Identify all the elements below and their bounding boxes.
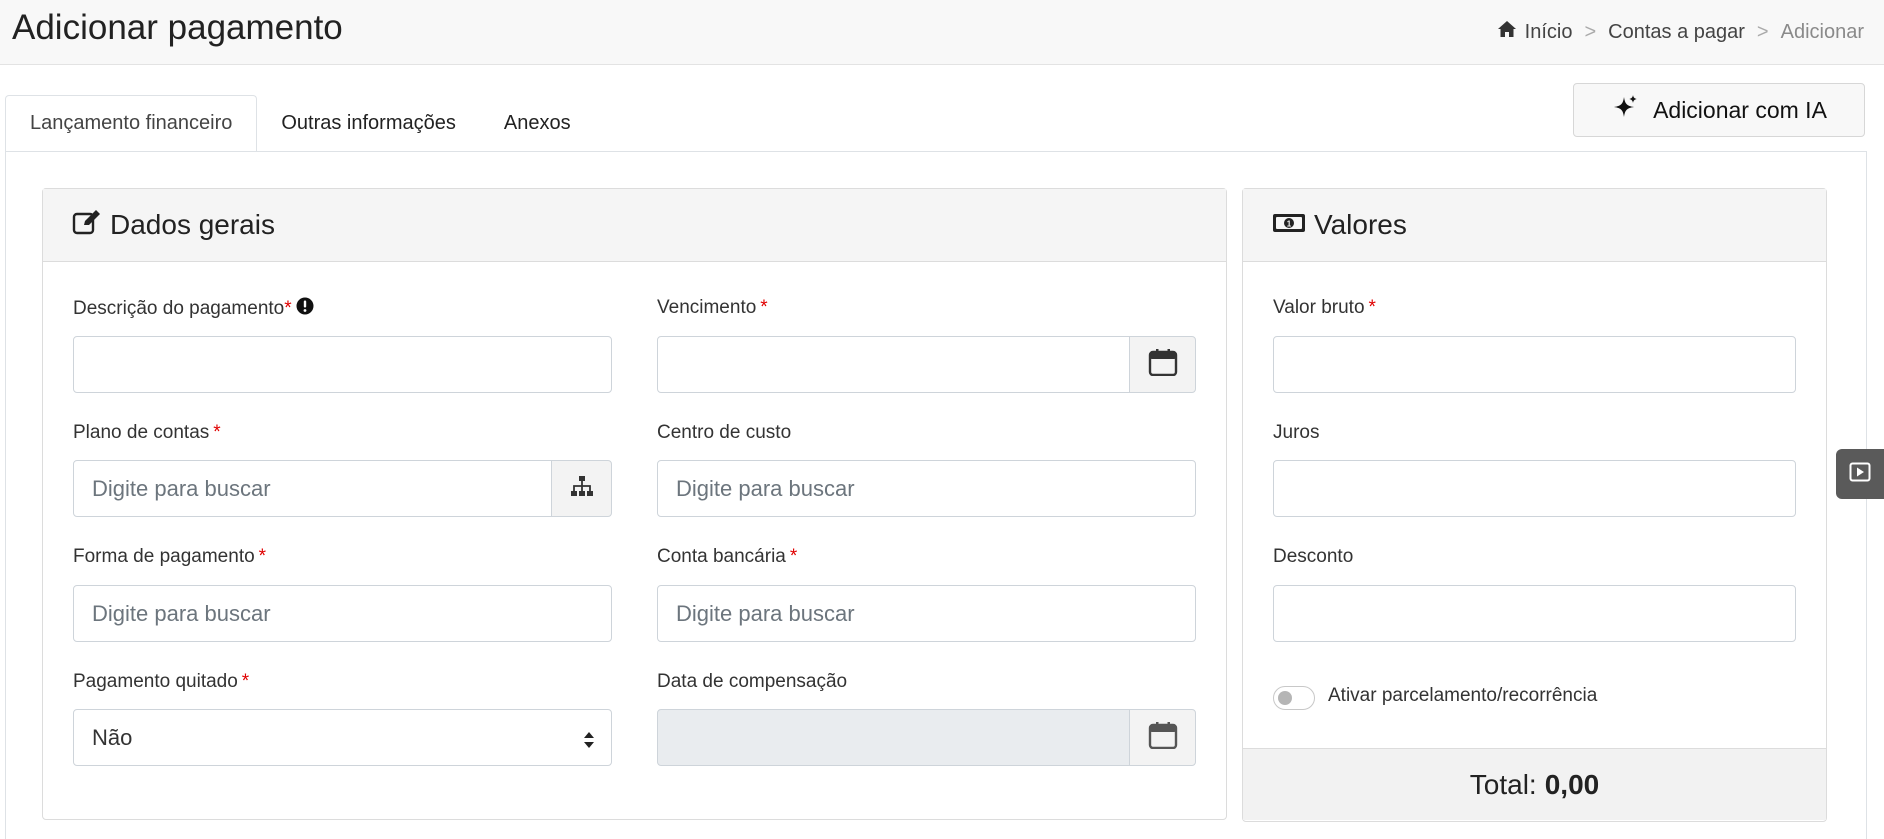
sort-icon [583,729,595,755]
total-value: 0,00 [1544,768,1600,800]
desconto-input[interactable] [1273,585,1796,642]
forma-pagamento-label: Forma de pagamento * [73,546,267,567]
valor-bruto-input[interactable] [1273,336,1796,393]
sparkle-icon [1611,93,1639,127]
total-bar: Total: 0,00 [1243,748,1826,820]
descricao-input[interactable] [73,336,612,393]
tab-bar: Lançamento financeiro Outras informações… [5,95,595,152]
vencimento-input[interactable] [657,336,1130,393]
money-bill-icon: 1 [1272,209,1306,241]
juros-label: Juros [1273,422,1320,443]
parcelamento-label: Ativar parcelamento/recorrência [1328,685,1598,706]
pagamento-quitado-value: Não [92,724,133,750]
tab-lancamento-financeiro[interactable]: Lançamento financeiro [5,95,258,152]
plano-contas-input[interactable]: Digite para buscar [73,460,552,517]
breadcrumb-parent-link[interactable]: Contas a pagar [1608,21,1745,44]
svg-text:1: 1 [1287,220,1292,229]
hierarchy-button[interactable] [551,460,612,517]
exclamation-circle-icon [296,297,314,321]
edit-icon [72,209,102,242]
tab-outras-informacoes[interactable]: Outras informações [257,95,480,152]
calendar-icon [1148,721,1178,754]
centro-custo-input[interactable]: Digite para buscar [657,460,1196,517]
plano-contas-label: Plano de contas * [73,422,221,443]
forma-pagamento-input[interactable]: Digite para buscar [73,585,612,642]
conta-bancaria-input[interactable]: Digite para buscar [657,585,1196,642]
dados-gerais-title: Dados gerais [110,209,275,240]
dados-gerais-header: Dados gerais [43,189,1226,262]
valores-title: Valores [1314,209,1407,240]
data-compensacao-calendar-button[interactable] [1129,709,1196,766]
total-label: Total: [1469,768,1537,800]
conta-bancaria-label: Conta bancária * [657,546,798,567]
add-with-ai-button[interactable]: Adicionar com IA [1573,83,1865,137]
page-title: Adicionar pagamento [12,8,343,47]
top-bar: Adicionar pagamento Início > Contas a pa… [0,0,1884,65]
add-with-ai-label: Adicionar com IA [1653,96,1827,123]
pagamento-quitado-select[interactable]: Não [73,709,612,766]
tab-anexos[interactable]: Anexos [480,95,595,152]
centro-custo-label: Centro de custo [657,422,792,443]
calendar-icon [1148,348,1178,381]
breadcrumb-current: Adicionar [1780,20,1864,43]
vencimento-label: Vencimento * [657,297,768,318]
pagamento-quitado-label: Pagamento quitado * [73,671,250,692]
breadcrumb: Início > Contas a pagar > Adicionar [1497,20,1864,44]
descricao-label: Descrição do pagamento * [73,297,314,321]
vencimento-calendar-button[interactable] [1129,336,1196,393]
home-icon[interactable] [1497,20,1517,44]
data-compensacao-label: Data de compensação [657,671,848,692]
desconto-label: Desconto [1273,546,1354,567]
juros-input[interactable] [1273,460,1796,517]
breadcrumb-home-link[interactable]: Início [1525,21,1573,44]
sitemap-icon [570,475,594,502]
breadcrumb-separator: > [1584,20,1597,43]
breadcrumb-separator: > [1756,20,1769,43]
data-compensacao-input [657,709,1130,766]
parcelamento-toggle[interactable] [1273,686,1315,710]
valor-bruto-label: Valor bruto * [1273,297,1376,318]
play-square-icon [1849,462,1871,487]
valores-header: 1 Valores [1243,189,1826,262]
toggle-knob [1278,691,1292,705]
side-panel-toggle[interactable] [1836,449,1884,499]
